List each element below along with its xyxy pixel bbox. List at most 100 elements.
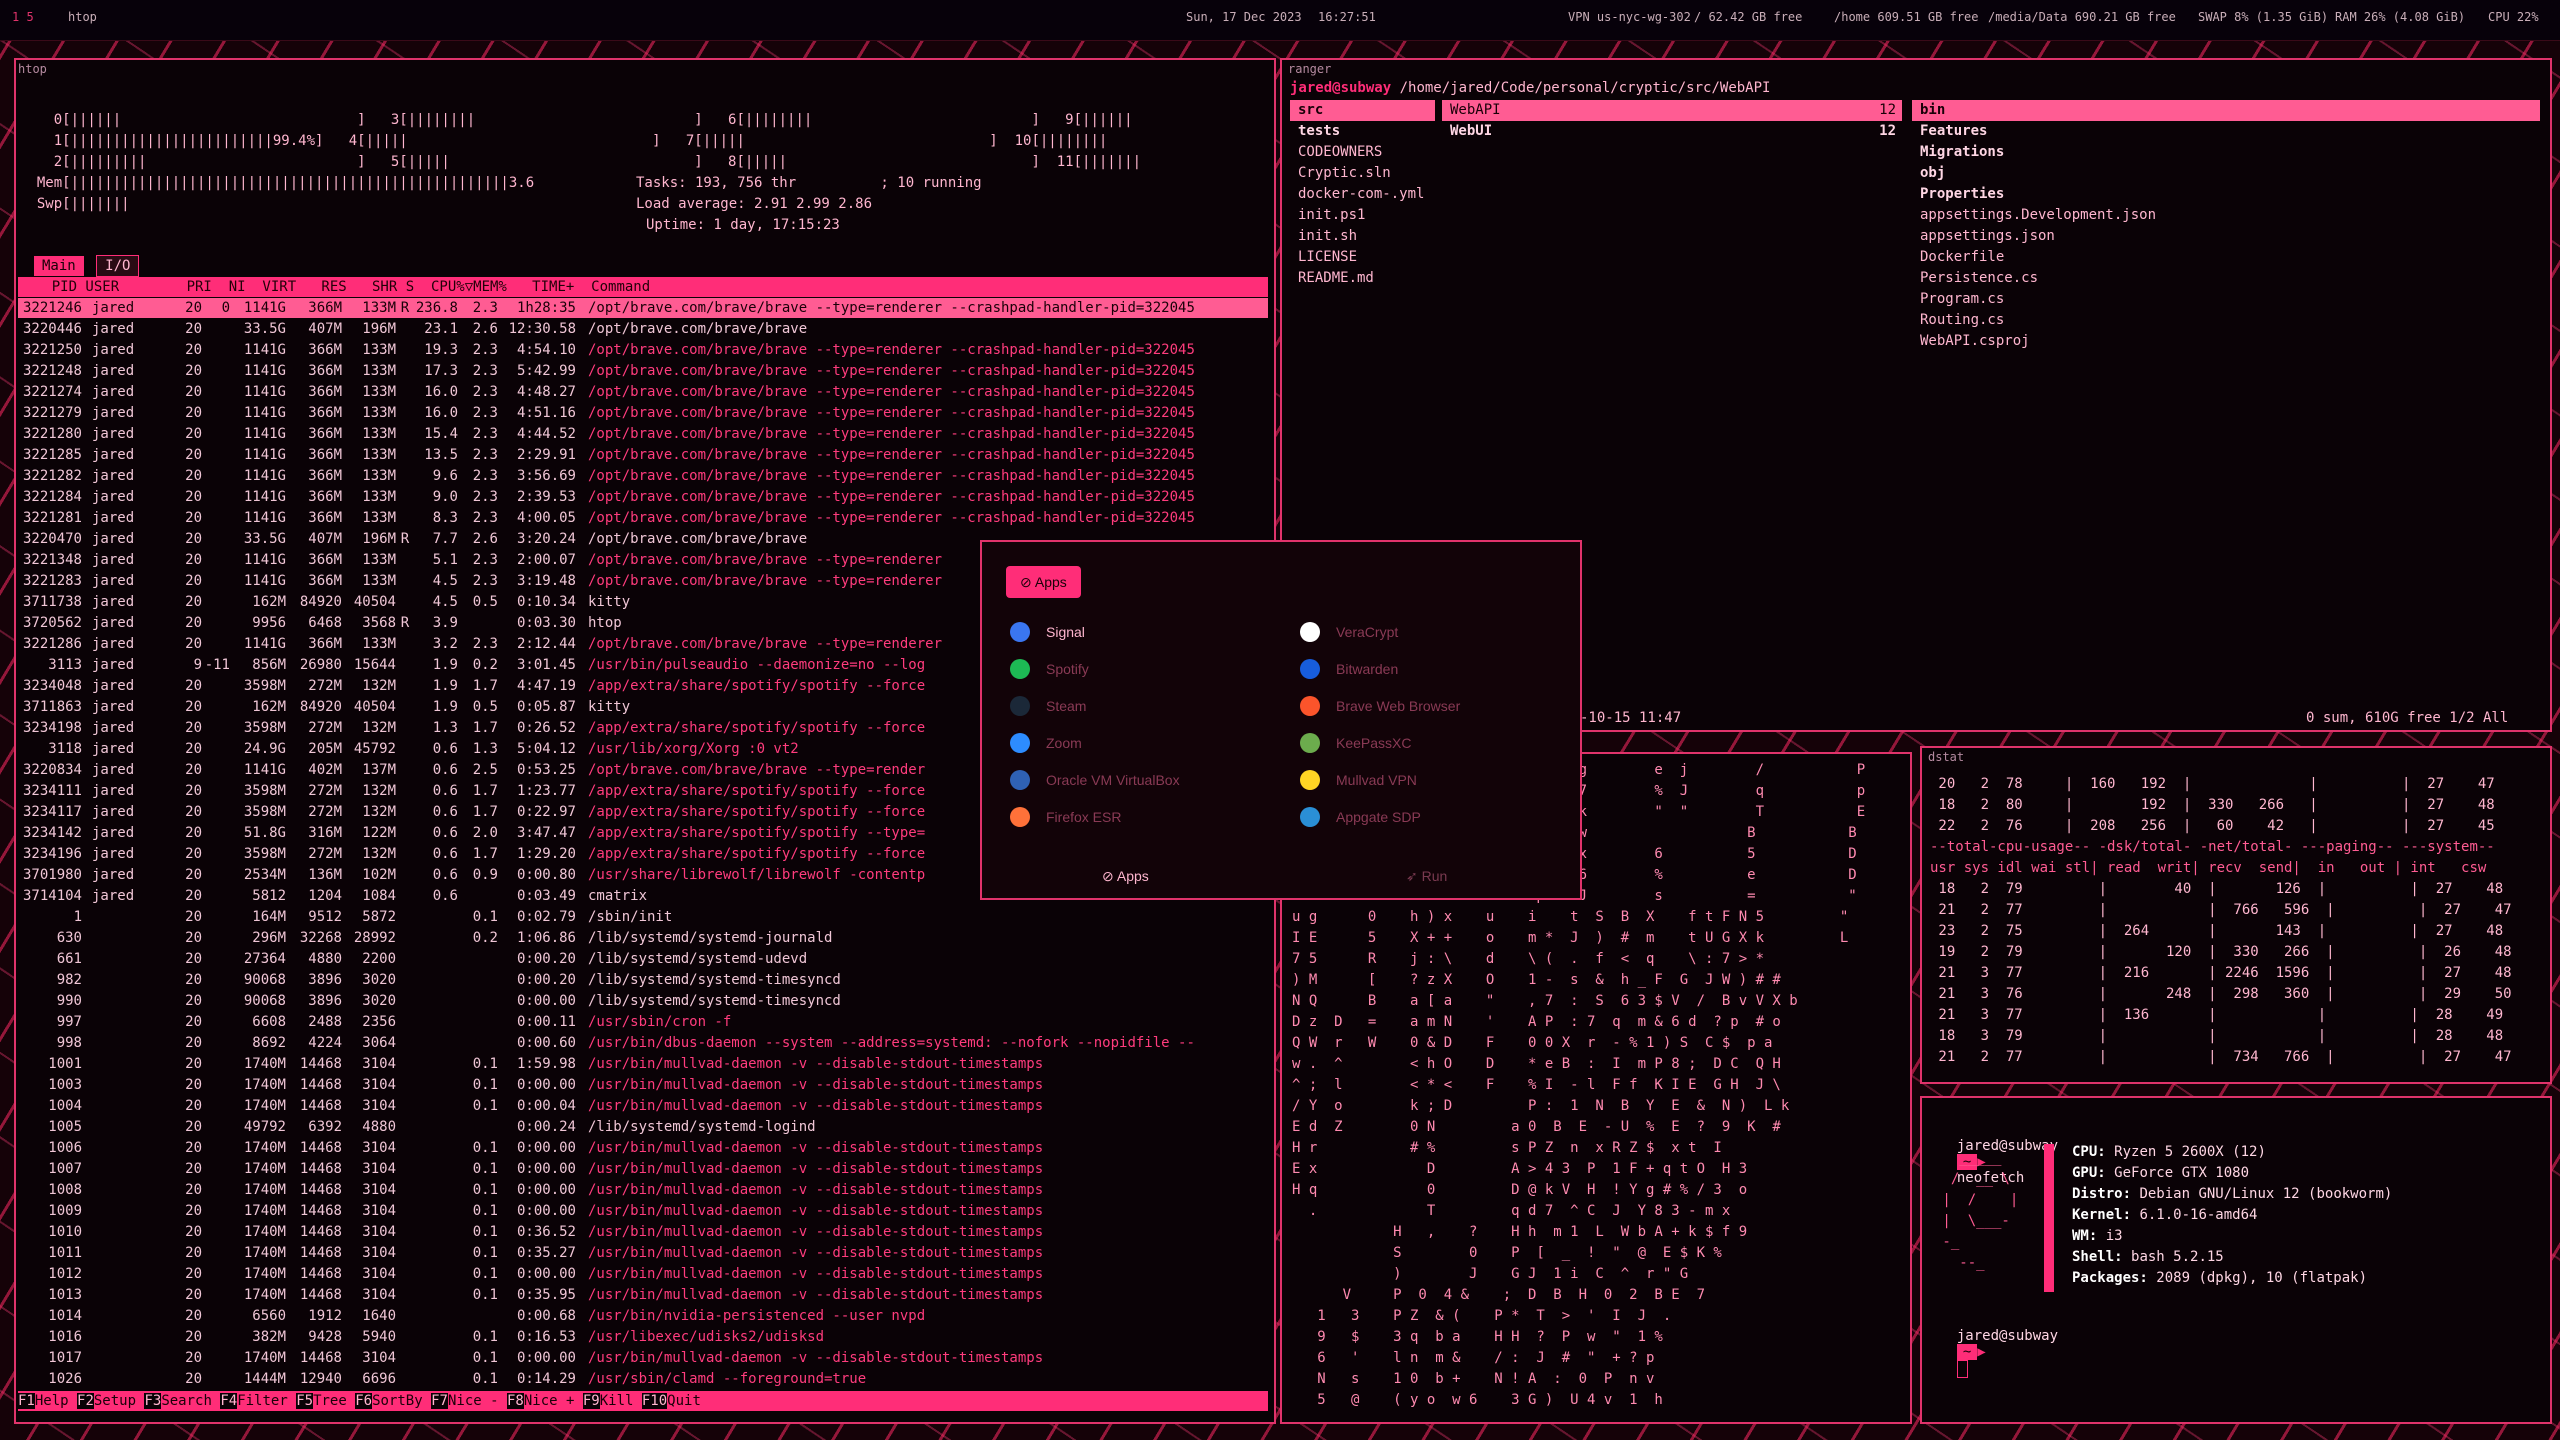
file-entry[interactable]: Persistence.cs <box>1912 268 2540 289</box>
file-entry[interactable]: LICENSE <box>1290 247 1435 268</box>
process-row[interactable]: 3221282 jared 20 1141G 366M 133M 9.6 2.3 3:56.69… <box>18 466 1268 486</box>
process-row[interactable]: 3221279 jared 20 1141G 366M 133M 16.0 2.3 4:51.1… <box>18 403 1268 423</box>
process-table-header[interactable]: PID USER PRI NI VIRT RES SHR S CPU%▽MEM%… <box>18 277 1268 297</box>
directory-entry[interactable]: src <box>1290 100 1435 121</box>
process-row[interactable]: 990 20 90068 3896 3020 0:00.00/lib/systemd/sy… <box>18 991 1268 1011</box>
tab-main[interactable]: Main <box>34 256 84 276</box>
process-row[interactable]: 1017 20 1740M 14468 3104 0.1 0:00.00/usr/bin/m… <box>18 1348 1268 1368</box>
process-row[interactable]: 1004 20 1740M 14468 3104 0.1 0:00.04/usr/bin/m… <box>18 1096 1268 1116</box>
directory-entry[interactable]: tests <box>1290 121 1435 142</box>
app-entry[interactable]: Mullvad VPN <box>1300 770 1560 792</box>
fkey-label[interactable]: Help <box>35 1393 69 1409</box>
process-row[interactable]: 3221281 jared 20 1141G 366M 133M 8.3 2.3 4:00.05… <box>18 508 1268 528</box>
process-row[interactable]: 1006 20 1740M 14468 3104 0.1 0:00.00/usr/bin/m… <box>18 1138 1268 1158</box>
process-row[interactable]: 3221285 jared 20 1141G 366M 133M 13.5 2.3 2:29.9… <box>18 445 1268 465</box>
process-row[interactable]: 1003 20 1740M 14468 3104 0.1 0:00.00/usr/bin/m… <box>18 1075 1268 1095</box>
directory-entry[interactable]: Properties <box>1912 184 2540 205</box>
process-row[interactable]: 1016 20 382M 9428 5940 0.1 0:16.53/usr/libexec… <box>18 1327 1268 1347</box>
process-row[interactable]: 998 20 8692 4224 3064 0:00.60/usr/bin/dbus-da… <box>18 1033 1268 1053</box>
process-row[interactable]: 1 20 164M 9512 5872 0.1 0:02.79/sbin/init <box>18 907 1268 927</box>
fkey-f8[interactable]: F8 <box>506 1393 524 1409</box>
directory-entry[interactable]: Migrations <box>1912 142 2540 163</box>
app-entry[interactable]: Zoom <box>1010 733 1270 755</box>
fkey-label[interactable]: Nice + <box>524 1393 575 1409</box>
process-row[interactable]: 3221284 jared 20 1141G 366M 133M 9.0 2.3 2:39.53… <box>18 487 1268 507</box>
file-entry[interactable]: Routing.cs <box>1912 310 2540 331</box>
process-row[interactable]: 1007 20 1740M 14468 3104 0.1 0:00.00/usr/bin/m… <box>18 1159 1268 1179</box>
app-entry[interactable]: Brave Web Browser <box>1300 696 1560 718</box>
app-entry[interactable]: Spotify <box>1010 659 1270 681</box>
fkey-label[interactable]: Quit <box>667 1393 701 1409</box>
footer-run-button[interactable]: ➶ Run <box>1406 868 1447 885</box>
directory-entry[interactable]: bin <box>1912 100 2540 121</box>
fkey-label[interactable]: Kill <box>600 1393 634 1409</box>
process-row[interactable]: 3221280 jared 20 1141G 366M 133M 15.4 2.3 4:44.5… <box>18 424 1268 444</box>
directory-entry[interactable]: WebUI 12 <box>1442 121 1902 142</box>
process-row[interactable]: 1001 20 1740M 14468 3104 0.1 1:59.98/usr/bin/m… <box>18 1054 1268 1074</box>
process-row[interactable]: 1008 20 1740M 14468 3104 0.1 0:00.00/usr/bin/m… <box>18 1180 1268 1200</box>
fkey-f1[interactable]: F1 <box>18 1393 35 1409</box>
process-row[interactable]: 3220446 jared 20 33.5G 407M 196M 23.1 2.6 12:30.… <box>18 319 1268 339</box>
app-entry[interactable]: Signal <box>1010 622 1270 644</box>
fkey-label[interactable]: Nice - <box>448 1393 499 1409</box>
file-entry[interactable]: init.ps1 <box>1290 205 1435 226</box>
fkey-f10[interactable]: F10 <box>641 1393 668 1409</box>
directory-entry[interactable]: Features <box>1912 121 2540 142</box>
app-entry[interactable]: KeePassXC <box>1300 733 1560 755</box>
process-mem: 2.3 <box>472 405 498 421</box>
process-row[interactable]: 1014 20 6560 1912 1640 0:00.68/usr/bin/nvidia… <box>18 1306 1268 1326</box>
process-row[interactable]: 3221250 jared 20 1141G 366M 133M 19.3 2.3 4:54.1… <box>18 340 1268 360</box>
process-row[interactable]: 1011 20 1740M 14468 3104 0.1 0:35.27/usr/bin/m… <box>18 1243 1268 1263</box>
file-entry[interactable]: WebAPI 12 <box>1442 100 1902 121</box>
file-entry[interactable]: docker-com-.yml <box>1290 184 1435 205</box>
file-entry[interactable]: Program.cs <box>1912 289 2540 310</box>
process-row[interactable]: 3221246 jared 20 0 1141G 366M 133M R 236.8 2.3 1h2… <box>18 298 1268 318</box>
process-row[interactable]: 1005 20 49792 6392 4880 0:00.24/lib/systemd/s… <box>18 1117 1268 1137</box>
tab-io[interactable]: I/O <box>96 255 140 277</box>
file-entry[interactable]: Cryptic.sln <box>1290 163 1435 184</box>
fkey-f4[interactable]: F4 <box>220 1393 238 1409</box>
process-row[interactable]: 3221248 jared 20 1141G 366M 133M 17.3 2.3 5:42.9… <box>18 361 1268 381</box>
footer-apps-button[interactable]: ⊘ Apps <box>1102 868 1149 885</box>
file-entry[interactable]: README.md <box>1290 268 1435 289</box>
launcher-mode-apps[interactable]: ⊘ Apps <box>1006 566 1081 598</box>
fkey-f5[interactable]: F5 <box>296 1393 314 1409</box>
process-row[interactable]: 3221274 jared 20 1141G 366M 133M 16.0 2.3 4:48.2… <box>18 382 1268 402</box>
file-entry[interactable]: Dockerfile <box>1912 247 2540 268</box>
file-entry[interactable]: WebAPI.csproj <box>1912 331 2540 352</box>
fkey-f9[interactable]: F9 <box>582 1393 600 1409</box>
file-entry[interactable]: appsettings.Development.json <box>1912 205 2540 226</box>
fkey-f6[interactable]: F6 <box>355 1393 373 1409</box>
app-entry[interactable]: VeraCrypt <box>1300 622 1560 644</box>
app-entry[interactable]: Firefox ESR <box>1010 807 1270 829</box>
fkey-label[interactable]: Search <box>161 1393 212 1409</box>
app-entry[interactable]: Appgate SDP <box>1300 807 1560 829</box>
process-row[interactable]: 982 20 90068 3896 3020 0:00.20/lib/systemd/sy… <box>18 970 1268 990</box>
file-entry[interactable]: CODEOWNERS <box>1290 142 1435 163</box>
file-entry[interactable]: init.sh <box>1290 226 1435 247</box>
shell-prompt[interactable]: jared@subway ~ ▶ <box>1940 1312 2058 1378</box>
process-row[interactable]: 1010 20 1740M 14468 3104 0.1 0:36.52/usr/bin/m… <box>18 1222 1268 1242</box>
process-row[interactable]: 1013 20 1740M 14468 3104 0.1 0:35.95/usr/bin/m… <box>18 1285 1268 1305</box>
file-entry[interactable]: appsettings.json <box>1912 226 2540 247</box>
app-entry[interactable]: Bitwarden <box>1300 659 1560 681</box>
fkey-label[interactable]: Filter <box>237 1393 288 1409</box>
app-entry[interactable]: Steam <box>1010 696 1270 718</box>
directory-entry[interactable]: obj <box>1912 163 2540 184</box>
process-row[interactable]: 1026 20 1444M 12940 6696 0.1 0:14.29/usr/sbin/… <box>18 1369 1268 1389</box>
info-value: 2089 (dpkg), 10 (flatpak) <box>2156 1270 2368 1286</box>
process-row[interactable]: 630 20 296M 32268 28992 0.2 1:06.86/lib/system… <box>18 928 1268 948</box>
process-row[interactable]: 661 20 27364 4880 2200 0:00.20/lib/systemd/sy… <box>18 949 1268 969</box>
process-row[interactable]: 997 20 6608 2488 2356 0:00.11/usr/sbin/cron -… <box>18 1012 1268 1032</box>
process-row[interactable]: 1009 20 1740M 14468 3104 0.1 0:00.00/usr/bin/m… <box>18 1201 1268 1221</box>
fkey-f2[interactable]: F2 <box>77 1393 94 1409</box>
fkey-label[interactable]: Setup <box>94 1393 136 1409</box>
fkey-label[interactable]: Tree <box>313 1393 347 1409</box>
workspace-indicator[interactable]: 1 5 <box>12 10 34 24</box>
fkey-f7[interactable]: F7 <box>431 1393 448 1409</box>
fkey-f3[interactable]: F3 <box>144 1393 162 1409</box>
fkey-label[interactable]: SortBy <box>372 1393 423 1409</box>
app-launcher[interactable]: ⊘ Apps Signal Spotify Steam Zoom Oracle VM V… <box>980 540 1582 900</box>
process-row[interactable]: 1012 20 1740M 14468 3104 0.1 0:00.00/usr/bin/m… <box>18 1264 1268 1284</box>
app-entry[interactable]: Oracle VM VirtualBox <box>1010 770 1270 792</box>
